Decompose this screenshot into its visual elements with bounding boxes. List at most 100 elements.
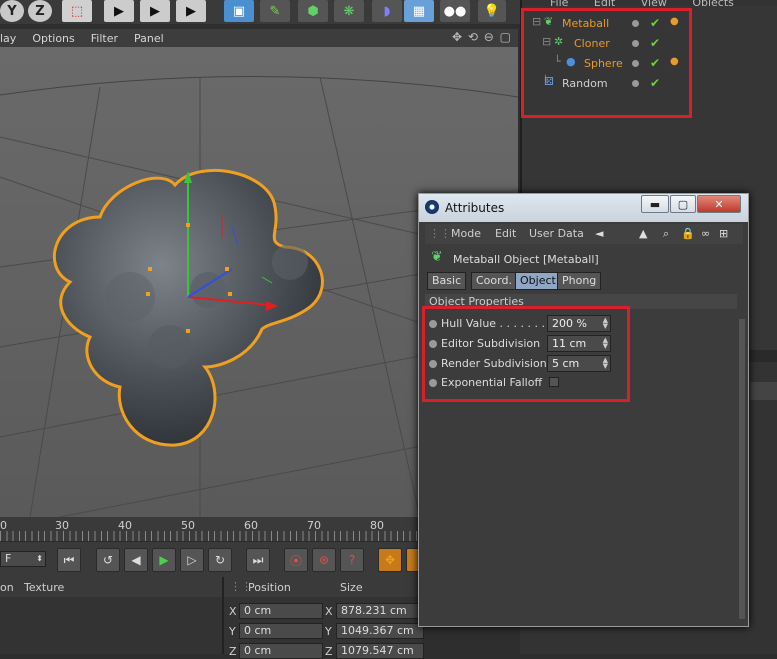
attributes-window: Attributes ▬ ▢ ✕ ⋮⋮ Mode Edit User Data … <box>418 193 749 627</box>
frame-field[interactable]: F ⬍ <box>0 551 46 567</box>
keyframe-selection-icon[interactable]: ? <box>340 548 364 572</box>
attr-menu-mode[interactable]: Mode <box>451 227 481 240</box>
tick-label: 40 <box>118 519 132 532</box>
render-picture-viewer-icon[interactable]: ▶ <box>140 0 170 22</box>
back-arrow-icon[interactable]: ◄ <box>595 227 603 240</box>
window-title: Attributes <box>445 201 505 215</box>
light-icon[interactable]: 💡 <box>478 0 506 22</box>
attr-menu-user-data[interactable]: User Data <box>529 227 584 240</box>
floor-icon[interactable]: ▦ <box>404 0 434 22</box>
maximize-button[interactable]: ▢ <box>670 195 696 213</box>
go-to-start-icon[interactable]: ⏮ <box>57 548 81 572</box>
field-value: 0 cm <box>244 604 272 617</box>
render-settings-icon[interactable]: ▶ <box>176 0 206 22</box>
position-header: Position <box>248 581 291 594</box>
object-manager-highlight <box>521 8 692 118</box>
material-manager: on Texture <box>0 577 222 654</box>
previous-key-icon[interactable]: ↺ <box>96 548 120 572</box>
axis-label: Y <box>229 625 236 638</box>
position-z-field[interactable]: 0 cm <box>239 643 323 659</box>
size-x-field[interactable]: 878.231 cm <box>336 603 424 619</box>
position-x-field[interactable]: 0 cm <box>239 603 323 619</box>
main-toolbar: Y Z ⬚ ▶ ▶ ▶ ▣ ✎ ⬢ ❋ ◗ ▦ ●● 💡 <box>0 0 520 24</box>
viewport-navigation-icons[interactable]: ✥ ⟲ ⊖ ▢ <box>452 30 512 44</box>
size-header: Size <box>340 581 363 594</box>
go-to-end-icon[interactable]: ⏭ <box>246 548 270 572</box>
cinema4d-app-icon <box>425 200 439 214</box>
record-keys-icon[interactable]: ⦿ <box>284 548 308 572</box>
attributes-menu-bar: ⋮⋮ Mode Edit User Data ◄ ▲ ⌕ 🔒 ∞ ⊞ <box>425 224 743 244</box>
menu-panel[interactable]: Panel <box>134 32 164 45</box>
nurbs-icon[interactable]: ⬢ <box>298 0 328 22</box>
axis-label: Y <box>325 625 332 638</box>
transport-controls: F ⬍ ⏮ ↺ ◀ ▶ ▷ ↻ ⏭ ⦿ ⊛ ? ✥ <box>0 541 420 577</box>
tab-coord[interactable]: Coord. <box>471 272 517 290</box>
new-panel-icon[interactable]: ⊞ <box>719 227 728 240</box>
viewport-menu-bar: lay Options Filter Panel ✥ ⟲ ⊖ ▢ <box>0 29 518 47</box>
axis-y-label: Y <box>7 3 17 19</box>
field-value: 878.231 cm <box>341 604 407 617</box>
metaball-icon: ❦ <box>431 249 443 265</box>
field-value: 0 cm <box>244 624 272 637</box>
tab-object[interactable]: Object <box>515 272 561 290</box>
cursor-icon[interactable]: ▲ <box>639 227 647 240</box>
attr-menu-edit[interactable]: Edit <box>495 227 516 240</box>
tick-label: 80 <box>370 519 384 532</box>
grip-icon: ⋮⋮ <box>429 227 451 240</box>
timeline-ticks <box>0 531 420 541</box>
coordinate-manager: ⋮⋮ Position Size X 0 cm X 878.231 cm Y 0… <box>222 577 424 659</box>
previous-frame-icon[interactable]: ◀ <box>124 548 148 572</box>
attributes-title-bar[interactable]: Attributes ▬ ▢ ✕ <box>419 194 748 222</box>
coordinate-system-icon[interactable]: ⬚ <box>62 0 92 22</box>
material-tab-function[interactable]: on <box>0 581 14 594</box>
object-type-label: Metaball Object [Metaball] <box>453 253 599 266</box>
axis-label: X <box>229 605 237 618</box>
spline-pen-icon[interactable]: ✎ <box>260 0 290 22</box>
size-z-field[interactable]: 1079.547 cm <box>336 643 424 659</box>
menu-filter[interactable]: Filter <box>91 32 118 45</box>
mograph-cloner-icon[interactable]: ❋ <box>334 0 364 22</box>
link-icon[interactable]: ∞ <box>701 227 710 240</box>
axis-y-button[interactable]: Y <box>0 0 24 22</box>
axis-label: X <box>325 605 333 618</box>
tick-label: 70 <box>307 519 321 532</box>
next-key-icon[interactable]: ↻ <box>208 548 232 572</box>
next-frame-icon[interactable]: ▷ <box>180 548 204 572</box>
axis-z-button[interactable]: Z <box>28 0 52 22</box>
frame-field-value: F <box>5 552 12 565</box>
field-value: 1079.547 cm <box>341 644 414 657</box>
tick-label: 60 <box>244 519 258 532</box>
field-value: 0 cm <box>244 644 272 657</box>
close-button[interactable]: ✕ <box>697 195 741 213</box>
coordinate-header: ⋮⋮ Position Size <box>224 577 424 597</box>
material-tabs: on Texture <box>0 577 222 597</box>
tab-phong[interactable]: Phong <box>557 272 602 290</box>
properties-highlight <box>422 306 630 402</box>
search-icon[interactable]: ⌕ <box>663 227 669 241</box>
render-view-icon[interactable]: ▶ <box>104 0 134 22</box>
tick-label: 30 <box>55 519 69 532</box>
minimize-button[interactable]: ▬ <box>641 195 669 213</box>
cube-icon[interactable]: ▣ <box>224 0 254 22</box>
axis-z-label: Z <box>35 3 45 19</box>
tab-basic[interactable]: Basic <box>427 272 467 290</box>
menu-display[interactable]: lay <box>0 32 16 45</box>
position-y-field[interactable]: 0 cm <box>239 623 323 639</box>
position-track-icon[interactable]: ✥ <box>378 548 402 572</box>
play-icon[interactable]: ▶ <box>152 548 176 572</box>
axis-label: Z <box>229 645 237 658</box>
camera-icon[interactable]: ●● <box>440 0 470 22</box>
field-value: 1049.367 cm <box>341 624 414 637</box>
menu-options[interactable]: Options <box>32 32 74 45</box>
tick-label: 50 <box>181 519 195 532</box>
side-tab[interactable] <box>750 382 777 400</box>
scrollbar[interactable] <box>739 319 745 619</box>
deformer-icon[interactable]: ◗ <box>372 0 402 22</box>
lock-icon[interactable]: 🔒 <box>681 227 695 240</box>
size-y-field[interactable]: 1049.367 cm <box>336 623 424 639</box>
material-tab-texture[interactable]: Texture <box>24 581 64 594</box>
tick-label: 0 <box>0 519 7 532</box>
timeline-ruler[interactable]: 0 30 40 50 60 70 80 <box>0 517 420 541</box>
spin-arrows-icon[interactable]: ⬍ <box>36 552 43 566</box>
autokey-icon[interactable]: ⊛ <box>312 548 336 572</box>
